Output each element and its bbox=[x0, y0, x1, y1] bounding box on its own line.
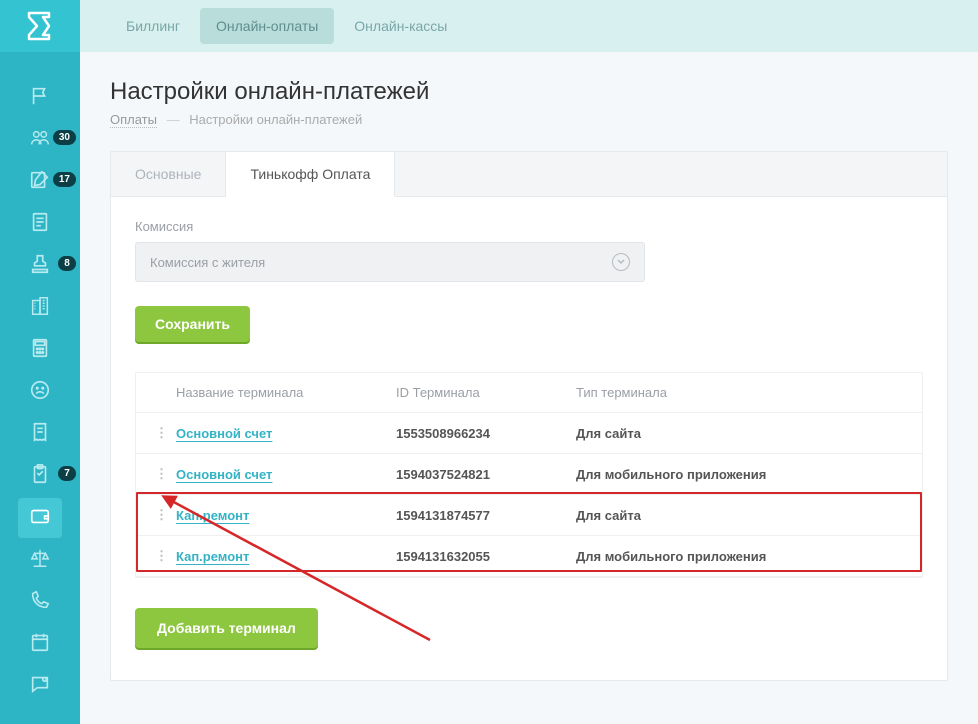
chat-icon bbox=[29, 673, 51, 700]
terminal-type: Для мобильного приложения bbox=[576, 467, 912, 482]
terminal-link[interactable]: Кап.ремонт bbox=[176, 508, 249, 523]
drag-handle-icon[interactable]: ⋮ bbox=[146, 425, 176, 441]
terminal-link[interactable]: Основной счет bbox=[176, 426, 272, 441]
wallet-icon bbox=[29, 505, 51, 532]
tab-main[interactable]: Основные bbox=[111, 152, 226, 196]
commission-select[interactable]: Комиссия с жителя bbox=[135, 242, 645, 282]
drag-handle-icon[interactable]: ⋮ bbox=[146, 466, 176, 482]
terminal-link[interactable]: Основной счет bbox=[176, 467, 272, 482]
clipboard-icon bbox=[29, 463, 51, 490]
topnav-billing[interactable]: Биллинг bbox=[110, 8, 196, 44]
sidebar-item-building[interactable] bbox=[18, 288, 62, 328]
stamp-icon bbox=[29, 253, 51, 280]
add-section: Добавить терминал bbox=[135, 608, 923, 648]
drag-handle-icon[interactable]: ⋮ bbox=[146, 507, 176, 523]
main: Биллинг Онлайн-оплаты Онлайн-кассы Настр… bbox=[80, 0, 978, 724]
breadcrumb: Оплаты — Настройки онлайн-платежей bbox=[110, 112, 948, 127]
commission-label: Комиссия bbox=[135, 219, 923, 234]
table-row: ⋮ Кап.ремонт 1594131632055 Для мобильног… bbox=[136, 536, 922, 577]
badge: 8 bbox=[58, 256, 76, 271]
users-icon bbox=[28, 127, 52, 154]
edit-icon bbox=[29, 169, 51, 196]
terminal-type: Для сайта bbox=[576, 426, 912, 441]
badge: 30 bbox=[53, 130, 76, 145]
badge: 17 bbox=[53, 172, 76, 187]
breadcrumb-current: Настройки онлайн-платежей bbox=[189, 112, 362, 127]
terminals-table: Название терминала ID Терминала Тип терм… bbox=[135, 372, 923, 578]
receipt-icon bbox=[29, 421, 51, 448]
top-nav: Биллинг Онлайн-оплаты Онлайн-кассы bbox=[80, 0, 978, 52]
sidebar-item-scale[interactable] bbox=[18, 540, 62, 580]
document-icon bbox=[29, 211, 51, 238]
tab-tinkoff[interactable]: Тинькофф Оплата bbox=[226, 152, 395, 197]
sidebar-item-face[interactable] bbox=[18, 372, 62, 412]
table-header: Название терминала ID Терминала Тип терм… bbox=[136, 373, 922, 413]
th-type: Тип терминала bbox=[576, 385, 912, 400]
table-row: ⋮ Основной счет 1594037524821 Для мобиль… bbox=[136, 454, 922, 495]
table-row: ⋮ Кап.ремонт 1594131874577 Для сайта bbox=[136, 495, 922, 536]
sidebar: 30 17 8 7 bbox=[0, 0, 80, 724]
terminal-id: 1553508966234 bbox=[396, 426, 576, 441]
sidebar-item-wallet[interactable] bbox=[18, 498, 62, 538]
settings-panel: Основные Тинькофф Оплата Комиссия Комисс… bbox=[110, 151, 948, 681]
sidebar-item-edit[interactable]: 17 bbox=[18, 162, 62, 202]
th-id: ID Терминала bbox=[396, 385, 576, 400]
sidebar-item-phone[interactable] bbox=[18, 582, 62, 622]
sidebar-item-chat[interactable] bbox=[18, 666, 62, 706]
sidebar-item-users[interactable]: 30 bbox=[18, 120, 62, 160]
sidebar-item-doc[interactable] bbox=[18, 204, 62, 244]
panel-body: Комиссия Комиссия с жителя Сохранить Наз… bbox=[111, 197, 947, 680]
sidebar-item-receipt[interactable] bbox=[18, 414, 62, 454]
sidebar-item-calendar[interactable] bbox=[18, 624, 62, 664]
terminal-id: 1594131874577 bbox=[396, 508, 576, 523]
drag-handle-icon[interactable]: ⋮ bbox=[146, 548, 176, 564]
sidebar-item-calc[interactable] bbox=[18, 330, 62, 370]
breadcrumb-sep: — bbox=[167, 112, 180, 127]
topnav-online-cash[interactable]: Онлайн-кассы bbox=[338, 8, 463, 44]
flag-icon bbox=[29, 85, 51, 112]
add-terminal-button[interactable]: Добавить терминал bbox=[135, 608, 318, 648]
th-name: Название терминала bbox=[176, 385, 396, 400]
phone-icon bbox=[29, 589, 51, 616]
sidebar-item-stamp[interactable]: 8 bbox=[18, 246, 62, 286]
commission-value: Комиссия с жителя bbox=[150, 255, 265, 270]
terminal-id: 1594037524821 bbox=[396, 467, 576, 482]
page-title: Настройки онлайн-платежей bbox=[110, 78, 948, 106]
table-row: ⋮ Основной счет 1553508966234 Для сайта bbox=[136, 413, 922, 454]
scale-icon bbox=[29, 547, 51, 574]
logo[interactable] bbox=[0, 0, 80, 52]
chevron-down-icon bbox=[612, 253, 630, 271]
terminal-link[interactable]: Кап.ремонт bbox=[176, 549, 249, 564]
sidebar-item-clipboard[interactable]: 7 bbox=[18, 456, 62, 496]
sidebar-item-flag[interactable] bbox=[18, 78, 62, 118]
terminal-id: 1594131632055 bbox=[396, 549, 576, 564]
building-icon bbox=[29, 295, 51, 322]
sad-face-icon bbox=[29, 379, 51, 406]
badge: 7 bbox=[58, 466, 76, 481]
terminal-type: Для мобильного приложения bbox=[576, 549, 912, 564]
topnav-online-payments[interactable]: Онлайн-оплаты bbox=[200, 8, 334, 44]
terminal-type: Для сайта bbox=[576, 508, 912, 523]
breadcrumb-link[interactable]: Оплаты bbox=[110, 112, 157, 128]
save-button[interactable]: Сохранить bbox=[135, 306, 250, 342]
calendar-icon bbox=[29, 631, 51, 658]
content: Настройки онлайн-платежей Оплаты — Настр… bbox=[80, 52, 978, 724]
calculator-icon bbox=[29, 337, 51, 364]
tabs: Основные Тинькофф Оплата bbox=[111, 152, 947, 197]
